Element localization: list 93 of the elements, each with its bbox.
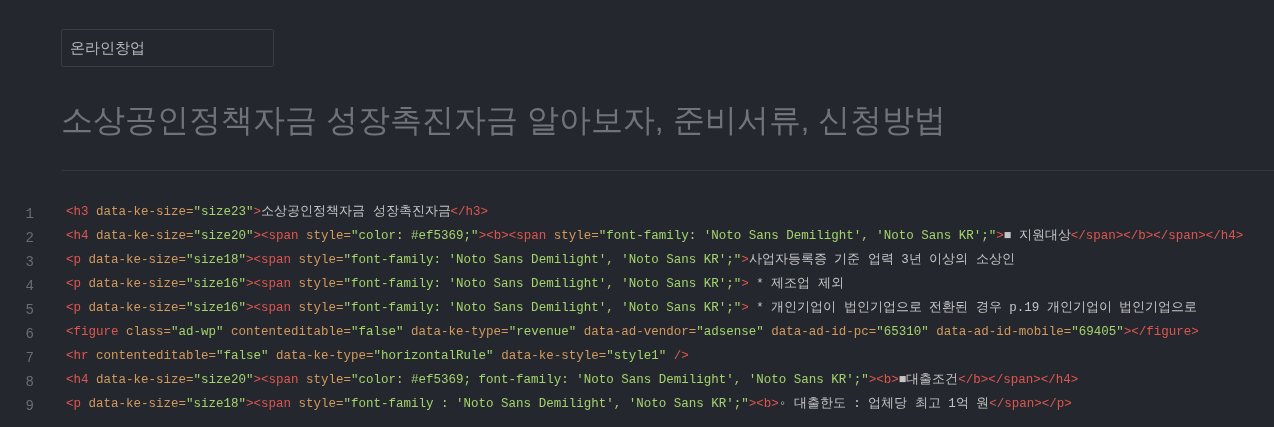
code-string: "69405" bbox=[1071, 323, 1124, 341]
code-string: "font-family : 'Noto Sans Demilight', 'Noto Sans KR';" bbox=[343, 395, 749, 413]
code-tag: <hr bbox=[66, 346, 89, 366]
code-string: "style1" bbox=[606, 347, 667, 365]
code-tag: ></figure> bbox=[1123, 322, 1199, 342]
code-tag: ><span bbox=[253, 370, 299, 390]
code-string: "color: #ef5369; font-family: 'Noto Sans Demilight', 'Noto Sans KR';" bbox=[351, 371, 869, 389]
code-string: "adsense" bbox=[696, 323, 764, 341]
line-number: 5 bbox=[24, 300, 34, 320]
line-number: 4 bbox=[24, 276, 34, 296]
code-tag: ><span bbox=[253, 226, 299, 246]
code-string: "font-family: 'Noto Sans Demilight', 'Noto Sans KR';" bbox=[343, 275, 742, 293]
code-text: * 제조업 제외 bbox=[755, 275, 844, 293]
code-attribute: data-ke-size= bbox=[87, 251, 187, 269]
code-tag: </span></p> bbox=[989, 394, 1072, 414]
code-attribute: data-ke-size= bbox=[95, 371, 194, 389]
code-tag: > bbox=[741, 274, 749, 294]
code-tag: <h3 bbox=[66, 202, 89, 222]
code-tag: </b></span></h4> bbox=[958, 370, 1079, 390]
code-text: * 개인기업이 법인기업으로 전환된 경우 p.19 개인기업이 법인기업으로 bbox=[755, 299, 1198, 317]
code-string: "font-family: 'Noto Sans Demilight', 'Noto Sans KR';" bbox=[343, 299, 742, 317]
code-string: "false" bbox=[216, 347, 269, 365]
code-attribute: style= bbox=[297, 275, 344, 293]
line-number: 1 bbox=[24, 204, 34, 224]
code-attribute: data-ad-id-pc= bbox=[770, 323, 877, 341]
code-attribute: style= bbox=[297, 299, 344, 317]
code-tag: <h4 bbox=[66, 370, 89, 390]
code-attribute: style= bbox=[305, 227, 352, 245]
category-field[interactable]: 온라인창업 bbox=[61, 29, 274, 67]
code-string: "ad-wp" bbox=[171, 323, 224, 341]
code-attribute: data-ke-type= bbox=[410, 323, 509, 341]
code-tag: <p bbox=[66, 394, 81, 414]
code-string: "size18" bbox=[186, 251, 247, 269]
code-tag: <p bbox=[66, 298, 81, 318]
code-tag: <h4 bbox=[66, 226, 89, 246]
code-string: "false" bbox=[351, 323, 404, 341]
line-number: 9 bbox=[24, 396, 34, 416]
code-tag: </span></b></span></h4> bbox=[1070, 226, 1244, 246]
code-text: ■ 지원대상 bbox=[1003, 227, 1071, 245]
code-tag: <p bbox=[66, 274, 81, 294]
code-attribute: data-ad-vendor= bbox=[582, 323, 697, 341]
code-string: "font-family: 'Noto Sans Demilight', 'Noto Sans KR';" bbox=[598, 227, 997, 245]
code-tag: <p bbox=[66, 250, 81, 270]
code-tag: ><span bbox=[246, 274, 292, 294]
code-string: "revenue" bbox=[508, 323, 577, 341]
code-string: "size20" bbox=[193, 371, 254, 389]
code-tag: ><b> bbox=[748, 394, 779, 414]
code-tag: </h3> bbox=[450, 202, 489, 222]
code-string: "size16" bbox=[186, 299, 247, 317]
code-string: "size23" bbox=[193, 203, 254, 221]
code-tag: ><span bbox=[246, 394, 292, 414]
code-text: ◦ 대출한도 : 업체당 최고 1억 원 bbox=[778, 395, 990, 413]
line-number: 6 bbox=[24, 324, 34, 344]
code-attribute: data-ke-size= bbox=[95, 203, 194, 221]
code-attribute: data-ke-size= bbox=[87, 275, 187, 293]
code-tag: ><span bbox=[246, 298, 292, 318]
code-attribute: data-ke-style= bbox=[500, 347, 607, 365]
code-attribute: style= bbox=[305, 371, 352, 389]
code-text: 사업자등록증 기준 업력 3년 이상의 소상인 bbox=[748, 251, 1015, 269]
code-string: "font-family: 'Noto Sans Demilight', 'Noto Sans KR';" bbox=[343, 251, 742, 269]
code-tag: > bbox=[996, 226, 1004, 246]
code-tag: > bbox=[741, 250, 749, 270]
code-tag: > bbox=[741, 298, 749, 318]
code-attribute: contenteditable= bbox=[230, 323, 352, 341]
line-number: 2 bbox=[24, 228, 34, 248]
line-number: 3 bbox=[24, 252, 34, 272]
code-tag: ><span bbox=[246, 250, 292, 270]
code-attribute: data-ke-type= bbox=[275, 347, 374, 365]
code-tag: /> bbox=[666, 346, 689, 366]
code-string: "size18" bbox=[186, 395, 247, 413]
code-tag: ><b><span bbox=[478, 226, 547, 246]
code-attribute: style= bbox=[297, 251, 344, 269]
code-tag: ><b> bbox=[868, 370, 899, 390]
code-attribute: class= bbox=[125, 323, 172, 341]
code-text: ■대출조건 bbox=[898, 371, 959, 389]
code-attribute: data-ke-size= bbox=[87, 299, 187, 317]
post-title: 소상공인정책자금 성장촉진자금 알아보자, 준비서류, 신청방법 bbox=[61, 101, 948, 140]
line-number: 8 bbox=[24, 372, 34, 392]
code-attribute: style= bbox=[552, 227, 599, 245]
code-tag: > bbox=[253, 202, 262, 222]
code-attribute: style= bbox=[297, 395, 344, 413]
code-string: "65310" bbox=[876, 323, 929, 341]
code-string: "color: #ef5369;" bbox=[351, 227, 479, 245]
code-string: "size16" bbox=[186, 275, 247, 293]
code-attribute: data-ad-id-mobile= bbox=[935, 323, 1072, 341]
code-tag: <figure bbox=[66, 322, 119, 342]
code-attribute: data-ke-size= bbox=[95, 227, 194, 245]
code-string: "horizontalRule" bbox=[373, 347, 494, 365]
code-attribute: contenteditable= bbox=[95, 347, 217, 365]
code-text: 소상공인정책자금 성장촉진자금 bbox=[261, 203, 451, 221]
code-attribute: data-ke-size= bbox=[87, 395, 187, 413]
code-string: "size20" bbox=[193, 227, 254, 245]
line-number: 7 bbox=[24, 348, 34, 368]
